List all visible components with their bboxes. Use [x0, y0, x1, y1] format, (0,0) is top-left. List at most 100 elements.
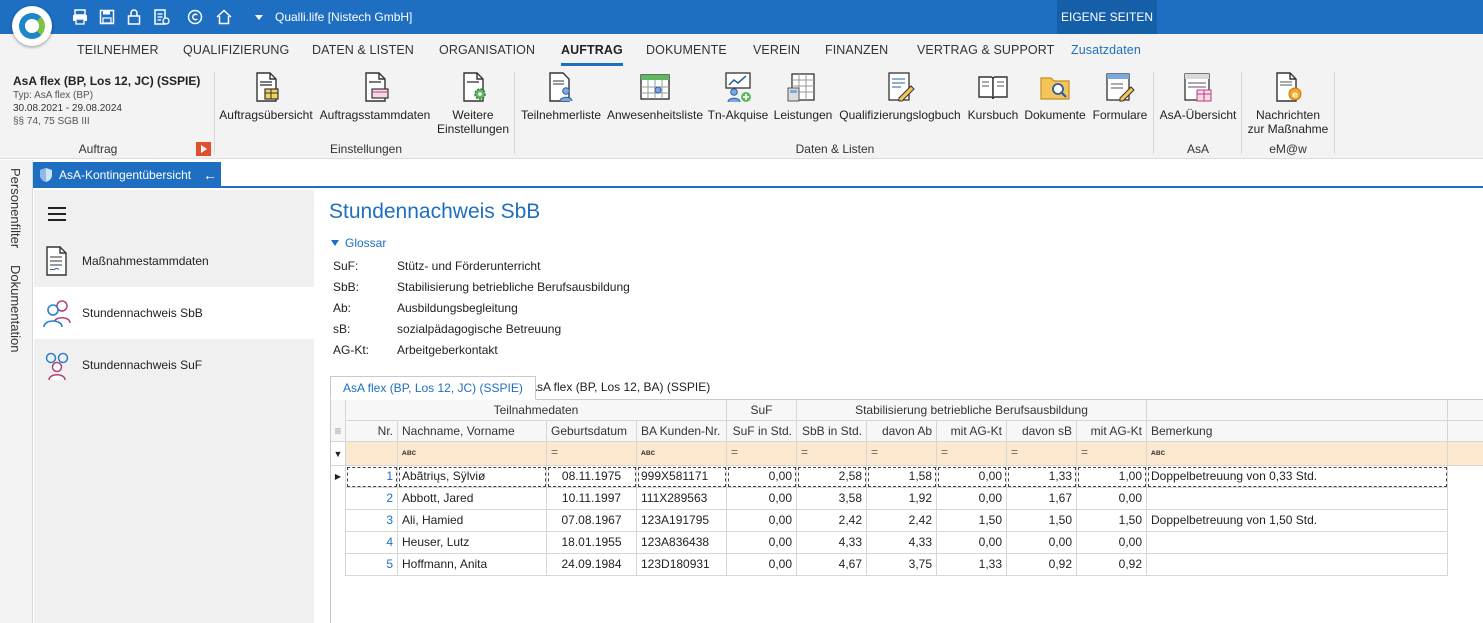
nav-item-massnahmestammdaten[interactable]: Maßnahmestammdaten	[34, 235, 314, 287]
filter-text-icon[interactable]: ᴀʙc	[1147, 442, 1448, 466]
teilnehmerliste-button[interactable]: Teilnehmerliste	[518, 70, 604, 122]
app-logo[interactable]	[12, 6, 52, 46]
cell-sbb-std[interactable]: 4,33	[797, 532, 867, 554]
filter-equals-icon[interactable]: =	[867, 442, 937, 466]
glossar-toggle[interactable]: Glossar	[331, 236, 386, 250]
cell-suf-std[interactable]: 0,00	[727, 554, 797, 576]
col-header-bemerkung[interactable]: Bemerkung	[1147, 421, 1448, 442]
row-indicator-icon[interactable]: ▶	[331, 466, 346, 488]
kursbuch-button[interactable]: Kursbuch	[966, 70, 1020, 122]
side-tab-personenfilter[interactable]: Personenfilter	[8, 168, 23, 248]
cell-bemerkung[interactable]	[1147, 532, 1448, 554]
menu-tab-teilnehmer[interactable]: TEILNEHMER	[77, 43, 159, 57]
save-icon[interactable]	[98, 8, 116, 26]
cell-geburtsdatum[interactable]: 24.09.1984	[547, 554, 637, 576]
menu-tab-auftrag[interactable]: AUFTRAG	[561, 43, 623, 66]
cell-ba-kunden-nr[interactable]: 999X581171	[637, 466, 727, 488]
column-chooser-icon[interactable]: ≡	[331, 421, 346, 442]
cell-bemerkung[interactable]: Doppelbetreuung von 0,33 Std.	[1147, 466, 1448, 488]
col-header-sbb-std[interactable]: SbB in Std.	[797, 421, 867, 442]
menu-tab-verein[interactable]: VEREIN	[753, 43, 800, 57]
lock-icon[interactable]	[125, 8, 143, 26]
menu-tab-finanzen[interactable]: FINANZEN	[825, 43, 888, 57]
menu-tab-zusatzdaten[interactable]: Zusatzdaten	[1071, 43, 1141, 57]
cell-mit-ag-kt-2[interactable]: 1,50	[1077, 510, 1147, 532]
cell-mit-ag-kt-1[interactable]: 1,50	[937, 510, 1007, 532]
cell-name[interactable]: Abbott, Jared	[398, 488, 547, 510]
cell-sbb-std[interactable]: 3,58	[797, 488, 867, 510]
col-header-nr[interactable]: Nr.	[346, 421, 398, 442]
row-indicator[interactable]	[331, 532, 346, 554]
cell-sbb-std[interactable]: 2,42	[797, 510, 867, 532]
cell-nr[interactable]: 4	[346, 532, 398, 554]
row-indicator[interactable]	[331, 488, 346, 510]
menu-tab-dokumente[interactable]: DOKUMENTE	[646, 43, 727, 57]
cell-geburtsdatum[interactable]: 10.11.1997	[547, 488, 637, 510]
cell-sbb-std[interactable]: 2,58	[797, 466, 867, 488]
row-indicator[interactable]	[331, 554, 346, 576]
document-list-icon[interactable]	[152, 8, 170, 26]
cell-nr[interactable]: 5	[346, 554, 398, 576]
col-header-geburtsdatum[interactable]: Geburtsdatum	[547, 421, 637, 442]
cell-name[interactable]: Hoffmann, Anita	[398, 554, 547, 576]
cell-name[interactable]: Abãtriųs, Sÿlviø	[398, 466, 547, 488]
nav-item-stundennachweis-sbb[interactable]: Stundennachweis SbB	[34, 287, 314, 339]
back-arrow-icon[interactable]: ←	[203, 162, 217, 188]
weitere-einstellungen-button[interactable]: Weitere Einstellungen	[436, 70, 510, 136]
menu-tab-organisation[interactable]: ORGANISATION	[439, 43, 535, 57]
cell-bemerkung[interactable]	[1147, 488, 1448, 510]
cell-ba-kunden-nr[interactable]: 123A836438	[637, 532, 727, 554]
cell-ba-kunden-nr[interactable]: 123D180931	[637, 554, 727, 576]
cell-davon-ab[interactable]: 2,42	[867, 510, 937, 532]
filter-equals-icon[interactable]: =	[797, 442, 867, 466]
filter-equals-icon[interactable]: =	[1007, 442, 1077, 466]
asa-uebersicht-button[interactable]: AsA-Übersicht	[1157, 70, 1239, 122]
col-header-davon-ab[interactable]: davon Ab	[867, 421, 937, 442]
cell-name[interactable]: Heuser, Lutz	[398, 532, 547, 554]
auftragsstammdaten-button[interactable]: Auftragsstammdaten	[318, 70, 432, 122]
data-tab-jc[interactable]: AsA flex (BP, Los 12, JC) (SSPIE)	[330, 376, 536, 400]
cell-mit-ag-kt-2[interactable]: 0,00	[1077, 488, 1147, 510]
col-header-davon-sb[interactable]: davon sB	[1007, 421, 1077, 442]
filter-text-icon[interactable]: ᴀʙc	[637, 442, 727, 466]
cell-nr[interactable]: 1	[346, 466, 398, 488]
filter-text-icon[interactable]: ᴀʙc	[398, 442, 547, 466]
nachrichten-button[interactable]: e Nachrichten zur Maßnahme	[1245, 70, 1331, 136]
cell-davon-sb[interactable]: 1,50	[1007, 510, 1077, 532]
filter-funnel-icon[interactable]: ▼	[331, 442, 346, 466]
cell-suf-std[interactable]: 0,00	[727, 488, 797, 510]
cell-nr[interactable]: 3	[346, 510, 398, 532]
cell-nr[interactable]: 2	[346, 488, 398, 510]
cell-mit-ag-kt-1[interactable]: 1,33	[937, 554, 1007, 576]
cell-sbb-std[interactable]: 4,67	[797, 554, 867, 576]
home-icon[interactable]	[215, 8, 233, 26]
cell-name[interactable]: Ali, Hamied	[398, 510, 547, 532]
cell-bemerkung[interactable]: Doppelbetreuung von 1,50 Std.	[1147, 510, 1448, 532]
side-tab-dokumentation[interactable]: Dokumentation	[8, 265, 23, 352]
leistungen-button[interactable]: Leistungen	[772, 70, 834, 122]
cell-geburtsdatum[interactable]: 18.01.1955	[547, 532, 637, 554]
filter-equals-icon[interactable]: =	[727, 442, 797, 466]
cell-davon-ab[interactable]: 3,75	[867, 554, 937, 576]
cell-suf-std[interactable]: 0,00	[727, 510, 797, 532]
cell-ba-kunden-nr[interactable]: 111X289563	[637, 488, 727, 510]
row-indicator[interactable]	[331, 510, 346, 532]
data-tab-ba[interactable]: AsA flex (BP, Los 12, BA) (SSPIE)	[517, 376, 722, 400]
cell-geburtsdatum[interactable]: 08.11.1975	[547, 466, 637, 488]
own-pages-button[interactable]: EIGENE SEITEN	[1057, 0, 1157, 34]
cell-davon-sb[interactable]: 1,67	[1007, 488, 1077, 510]
cell-davon-sb[interactable]: 0,92	[1007, 554, 1077, 576]
cell-mit-ag-kt-2[interactable]: 0,92	[1077, 554, 1147, 576]
copyright-icon[interactable]	[186, 8, 204, 26]
cell-ba-kunden-nr[interactable]: 123A191795	[637, 510, 727, 532]
filter-equals-icon[interactable]: =	[1077, 442, 1147, 466]
auftragsuebersicht-button[interactable]: Auftragsübersicht	[218, 70, 314, 122]
col-header-ba-kunden-nr[interactable]: BA Kunden-Nr.	[637, 421, 727, 442]
cell-suf-std[interactable]: 0,00	[727, 532, 797, 554]
filter-cell-nr[interactable]	[346, 442, 398, 466]
document-tab-asa-kontingent[interactable]: AsA-Kontingentübersicht ←	[33, 162, 221, 188]
menu-tab-daten-listen[interactable]: DATEN & LISTEN	[312, 43, 414, 57]
col-header-name[interactable]: Nachname, Vorname	[398, 421, 547, 442]
dropdown-icon[interactable]	[250, 8, 263, 26]
filter-equals-icon[interactable]: =	[937, 442, 1007, 466]
